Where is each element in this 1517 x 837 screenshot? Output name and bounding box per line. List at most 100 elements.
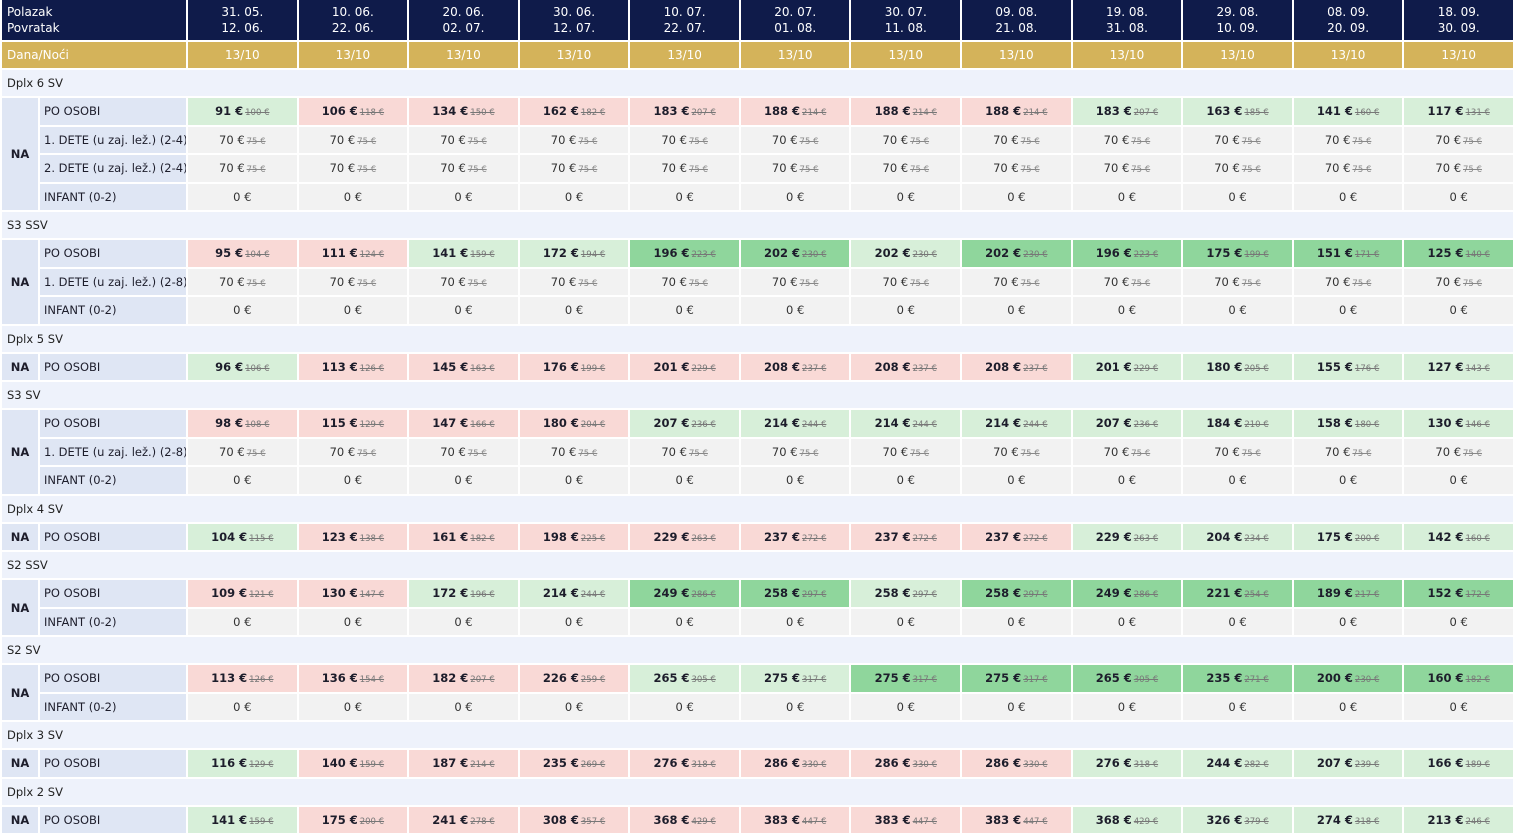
price-cell[interactable]: 130 €146 € (1404, 410, 1513, 437)
price-cell[interactable]: 162 €182 € (519, 98, 629, 125)
price-cell[interactable]: 70 €75 € (1404, 126, 1513, 153)
price-cell[interactable]: 0 € (1293, 297, 1403, 324)
price-cell[interactable]: 70 €75 € (409, 268, 518, 295)
price-cell[interactable]: 198 €225 € (519, 523, 629, 550)
price-cell[interactable]: 0 € (962, 608, 1071, 635)
price-cell[interactable]: 70 €75 € (1404, 438, 1513, 465)
price-cell[interactable]: 70 €75 € (740, 438, 850, 465)
price-cell[interactable]: 70 €75 € (1072, 155, 1182, 182)
price-cell[interactable]: 286 €330 € (740, 750, 850, 777)
price-cell[interactable]: 275 €317 € (740, 665, 850, 692)
price-cell[interactable]: 70 €75 € (298, 126, 408, 153)
price-cell[interactable]: 182 €207 € (409, 665, 518, 692)
price-cell[interactable]: 70 €75 € (519, 438, 629, 465)
price-cell[interactable]: 237 €272 € (851, 523, 961, 550)
price-cell[interactable]: 127 €143 € (1404, 353, 1513, 380)
price-cell[interactable]: 274 €318 € (1293, 806, 1403, 833)
price-cell[interactable]: 226 €259 € (519, 665, 629, 692)
price-cell[interactable]: 70 €75 € (298, 438, 408, 465)
price-cell[interactable]: 166 €189 € (1404, 750, 1513, 777)
price-cell[interactable]: 70 €75 € (1183, 155, 1292, 182)
price-cell[interactable]: 258 €297 € (851, 580, 961, 607)
price-cell[interactable]: 0 € (962, 183, 1071, 210)
price-cell[interactable]: 141 €160 € (1293, 98, 1403, 125)
price-cell[interactable]: 0 € (409, 297, 518, 324)
price-cell[interactable]: 0 € (188, 183, 297, 210)
price-cell[interactable]: 207 €239 € (1293, 750, 1403, 777)
price-cell[interactable]: 0 € (188, 297, 297, 324)
price-cell[interactable]: 113 €126 € (298, 353, 408, 380)
price-cell[interactable]: 208 €237 € (962, 353, 1071, 380)
price-cell[interactable]: 115 €129 € (298, 410, 408, 437)
price-cell[interactable]: 70 €75 € (188, 126, 297, 153)
price-cell[interactable]: 214 €244 € (962, 410, 1071, 437)
price-cell[interactable]: 111 €124 € (298, 240, 408, 267)
price-cell[interactable]: 70 €75 € (630, 155, 739, 182)
price-cell[interactable]: 70 €75 € (1293, 268, 1403, 295)
price-cell[interactable]: 0 € (630, 693, 739, 720)
price-cell[interactable]: 0 € (740, 297, 850, 324)
price-cell[interactable]: 70 €75 € (1183, 268, 1292, 295)
price-cell[interactable]: 275 €317 € (962, 665, 1071, 692)
price-cell[interactable]: 176 €199 € (519, 353, 629, 380)
price-cell[interactable]: 0 € (1404, 183, 1513, 210)
price-cell[interactable]: 70 €75 € (1404, 268, 1513, 295)
price-cell[interactable]: 0 € (409, 693, 518, 720)
price-cell[interactable]: 70 €75 € (1072, 438, 1182, 465)
price-cell[interactable]: 0 € (519, 467, 629, 494)
price-cell[interactable]: 265 €305 € (630, 665, 739, 692)
price-cell[interactable]: 0 € (188, 608, 297, 635)
price-cell[interactable]: 70 €75 € (1293, 126, 1403, 153)
price-cell[interactable]: 235 €271 € (1183, 665, 1292, 692)
price-cell[interactable]: 383 €447 € (851, 806, 961, 833)
price-cell[interactable]: 221 €254 € (1183, 580, 1292, 607)
price-cell[interactable]: 106 €118 € (298, 98, 408, 125)
price-cell[interactable]: 0 € (740, 608, 850, 635)
price-cell[interactable]: 109 €121 € (188, 580, 297, 607)
price-cell[interactable]: 0 € (1183, 608, 1292, 635)
price-cell[interactable]: 276 €318 € (1072, 750, 1182, 777)
price-cell[interactable]: 0 € (1072, 183, 1182, 210)
price-cell[interactable]: 172 €196 € (409, 580, 518, 607)
price-cell[interactable]: 125 €140 € (1404, 240, 1513, 267)
price-cell[interactable]: 141 €159 € (409, 240, 518, 267)
price-cell[interactable]: 326 €379 € (1183, 806, 1292, 833)
price-cell[interactable]: 152 €172 € (1404, 580, 1513, 607)
price-cell[interactable]: 70 €75 € (519, 126, 629, 153)
price-cell[interactable]: 0 € (851, 693, 961, 720)
price-cell[interactable]: 308 €357 € (519, 806, 629, 833)
price-cell[interactable]: 214 €244 € (519, 580, 629, 607)
price-cell[interactable]: 368 €429 € (630, 806, 739, 833)
price-cell[interactable]: 70 €75 € (409, 438, 518, 465)
price-cell[interactable]: 70 €75 € (630, 268, 739, 295)
price-cell[interactable]: 0 € (740, 693, 850, 720)
price-cell[interactable]: 0 € (630, 608, 739, 635)
price-cell[interactable]: 214 €244 € (851, 410, 961, 437)
price-cell[interactable]: 208 €237 € (851, 353, 961, 380)
price-cell[interactable]: 70 €75 € (188, 438, 297, 465)
price-cell[interactable]: 0 € (519, 693, 629, 720)
price-cell[interactable]: 180 €204 € (519, 410, 629, 437)
price-cell[interactable]: 70 €75 € (188, 155, 297, 182)
price-cell[interactable]: 184 €210 € (1183, 410, 1292, 437)
price-cell[interactable]: 0 € (1183, 183, 1292, 210)
price-cell[interactable]: 140 €159 € (298, 750, 408, 777)
price-cell[interactable]: 70 €75 € (630, 438, 739, 465)
price-cell[interactable]: 204 €234 € (1183, 523, 1292, 550)
price-cell[interactable]: 70 €75 € (851, 268, 961, 295)
price-cell[interactable]: 0 € (1183, 297, 1292, 324)
price-cell[interactable]: 213 €246 € (1404, 806, 1513, 833)
price-cell[interactable]: 70 €75 € (962, 268, 1071, 295)
price-cell[interactable]: 0 € (1072, 467, 1182, 494)
price-cell[interactable]: 117 €131 € (1404, 98, 1513, 125)
price-cell[interactable]: 70 €75 € (740, 155, 850, 182)
price-cell[interactable]: 383 €447 € (740, 806, 850, 833)
price-cell[interactable]: 0 € (1183, 693, 1292, 720)
price-cell[interactable]: 147 €166 € (409, 410, 518, 437)
price-cell[interactable]: 237 €272 € (740, 523, 850, 550)
price-cell[interactable]: 95 €104 € (188, 240, 297, 267)
price-cell[interactable]: 175 €200 € (1293, 523, 1403, 550)
price-cell[interactable]: 0 € (188, 693, 297, 720)
price-cell[interactable]: 201 €229 € (630, 353, 739, 380)
price-cell[interactable]: 286 €330 € (962, 750, 1071, 777)
